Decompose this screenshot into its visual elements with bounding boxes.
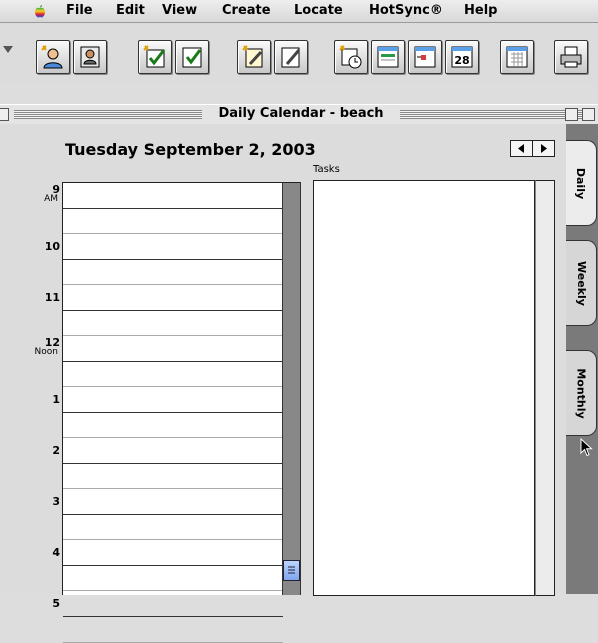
hour-label: 3 [52, 495, 60, 508]
tasks-label: Tasks [313, 164, 340, 175]
window-title-bar[interactable]: Daily Calendar - beach [0, 104, 598, 125]
tasks-list[interactable] [313, 180, 535, 596]
half-hour-line [63, 590, 283, 591]
schedule-scrollbar[interactable] [282, 182, 301, 595]
hour-label: 1 [52, 393, 60, 406]
tab-monthly-label: Monthly [574, 367, 588, 419]
close-box-icon[interactable] [0, 108, 9, 121]
half-hour-line [63, 335, 283, 336]
new-event-button[interactable] [334, 40, 368, 74]
date-title: Tuesday September 2, 2003 [65, 140, 316, 159]
new-memo-icon [242, 45, 263, 68]
tab-daily-label: Daily [574, 167, 588, 199]
hour-line [63, 463, 283, 464]
month-view-button[interactable]: 28 [445, 40, 479, 74]
month-view-icon: 28 [451, 46, 473, 68]
mouse-pointer-icon [580, 438, 593, 457]
previous-day-button[interactable] [511, 141, 532, 156]
hour-line [63, 259, 283, 260]
schedule-scroll-thumb[interactable] [283, 560, 300, 581]
hour-label: 5 [52, 597, 60, 610]
collapse-box-icon[interactable] [582, 108, 595, 121]
half-hour-line [63, 386, 283, 387]
hour-line [63, 565, 283, 566]
tasks-scrollbar[interactable] [535, 180, 555, 596]
new-contact-button[interactable] [36, 40, 70, 74]
new-contact-icon [41, 45, 63, 69]
new-task-button[interactable] [138, 40, 172, 74]
hour-label: 11 [44, 291, 60, 304]
window-title: Daily Calendar - beach [202, 106, 400, 122]
menu-help[interactable]: Help [464, 3, 497, 19]
next-day-button[interactable] [533, 141, 554, 156]
tab-weekly[interactable]: Weekly [566, 240, 597, 326]
day-view-button[interactable] [371, 40, 405, 74]
hour-sublabel: Noon [34, 347, 58, 357]
address-book-icon [80, 46, 100, 68]
apple-menu-icon[interactable] [33, 4, 47, 18]
menu-view[interactable]: View [162, 3, 197, 19]
hour-label: 4 [52, 546, 60, 559]
print-button[interactable] [554, 40, 588, 74]
hour-line [63, 412, 283, 413]
menu-locate[interactable]: Locate [294, 3, 343, 19]
year-view-icon [506, 46, 528, 68]
week-view-button[interactable] [408, 40, 442, 74]
hour-line [63, 208, 283, 209]
arrow-right-icon [541, 144, 547, 153]
half-hour-line [63, 539, 283, 540]
zoom-box-icon[interactable] [565, 108, 578, 121]
menu-bar: File Edit View Create Locate HotSync® He… [0, 0, 598, 23]
hour-sublabel: AM [44, 194, 58, 204]
task-list-icon [182, 47, 202, 68]
date-navigation [510, 140, 555, 157]
month-view-number: 28 [454, 54, 469, 67]
hour-line [63, 310, 283, 311]
grip-icon [288, 566, 295, 574]
hour-label: 10 [44, 240, 60, 253]
hour-line [63, 361, 283, 362]
tab-monthly[interactable]: Monthly [566, 350, 597, 436]
year-view-button[interactable] [500, 40, 534, 74]
print-icon [560, 46, 582, 68]
menu-file[interactable]: File [66, 3, 93, 19]
hour-line [63, 616, 283, 617]
new-task-icon [143, 45, 166, 68]
memo-list-icon [281, 47, 301, 68]
address-book-button[interactable] [73, 40, 107, 74]
half-hour-line [63, 233, 283, 234]
hour-label: 2 [52, 444, 60, 457]
half-hour-line [63, 437, 283, 438]
half-hour-line [63, 488, 283, 489]
task-list-button[interactable] [175, 40, 209, 74]
half-hour-line [63, 284, 283, 285]
day-view-icon [377, 46, 399, 68]
week-view-icon [414, 46, 436, 68]
new-memo-button[interactable] [237, 40, 271, 74]
menu-create[interactable]: Create [222, 3, 271, 19]
hour-line [63, 514, 283, 515]
new-event-icon [339, 45, 362, 69]
tab-daily[interactable]: Daily [566, 140, 597, 226]
arrow-left-icon [518, 144, 524, 153]
tab-weekly-label: Weekly [574, 260, 588, 306]
menu-hotsync[interactable]: HotSync® [369, 3, 443, 19]
memo-list-button[interactable] [274, 40, 308, 74]
toolbar-collapse-arrow[interactable] [3, 46, 13, 53]
day-schedule-grid[interactable] [62, 182, 283, 643]
menu-edit[interactable]: Edit [116, 3, 145, 19]
